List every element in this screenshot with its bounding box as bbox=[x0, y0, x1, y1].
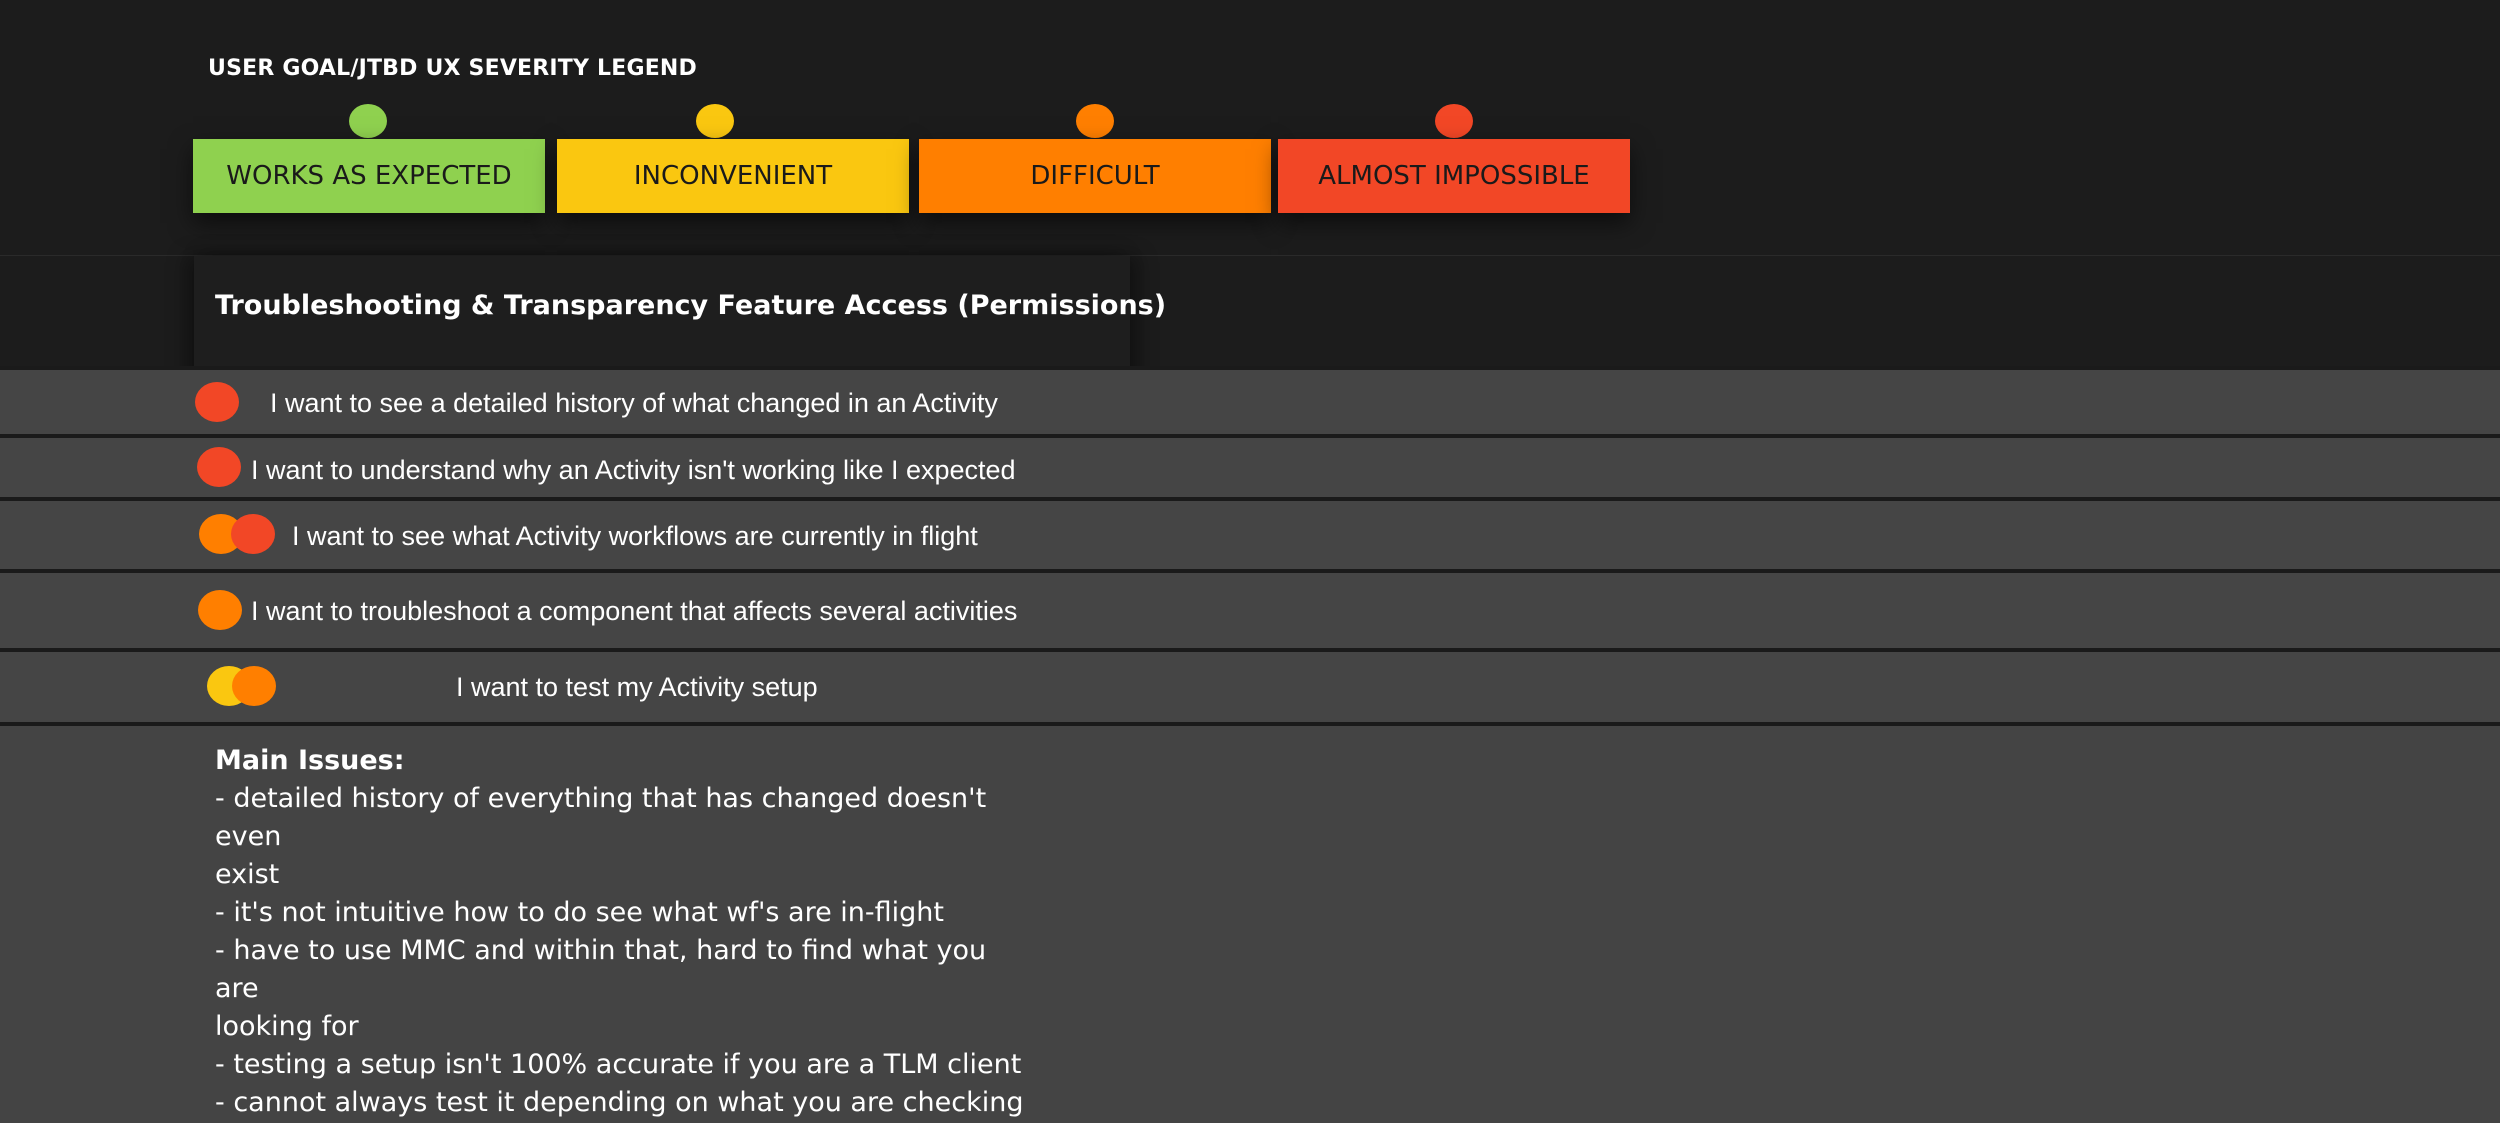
row-band bbox=[0, 648, 2500, 724]
canvas: USER GOAL/JTBD UX SEVERITY LEGEND WORKS … bbox=[0, 0, 2500, 1123]
goal-text: I want to see a detailed history of what… bbox=[270, 388, 998, 418]
severity-dot-almost-impossible bbox=[195, 382, 239, 422]
severity-dot-almost-impossible bbox=[197, 447, 241, 487]
issue-line: exist bbox=[215, 859, 280, 890]
issue-line: looking for bbox=[215, 1011, 359, 1042]
goal-text: I want to troubleshoot a component that … bbox=[251, 596, 1018, 626]
legend-item-inconvenient: INCONVENIENT bbox=[557, 139, 909, 213]
main-issues: Main Issues: - detailed history of every… bbox=[215, 742, 1035, 1122]
legend-item-difficult: DIFFICULT bbox=[919, 139, 1271, 213]
legend-item-label: INCONVENIENT bbox=[633, 161, 833, 191]
goal-text: I want to see what Activity workflows ar… bbox=[292, 521, 978, 551]
legend-item-works-as-expected: WORKS AS EXPECTED bbox=[193, 139, 545, 213]
issue-line: - testing a setup isn't 100% accurate if… bbox=[215, 1049, 1022, 1080]
legend-title: USER GOAL/JTBD UX SEVERITY LEGEND bbox=[208, 56, 698, 81]
legend-item-almost-impossible: ALMOST IMPOSSIBLE bbox=[1278, 139, 1630, 213]
issue-line: - detailed history of everything that ha… bbox=[215, 783, 987, 852]
goal-text: I want to test my Activity setup bbox=[456, 672, 818, 702]
legend-item-label: DIFFICULT bbox=[1030, 161, 1160, 191]
goal-text: I want to understand why an Activity isn… bbox=[251, 455, 1016, 485]
section-title: Troubleshooting & Transparency Feature A… bbox=[215, 290, 1167, 321]
issues-heading: Main Issues: bbox=[215, 745, 405, 776]
severity-dot-difficult bbox=[198, 590, 242, 630]
legend-dot-almost-impossible bbox=[1435, 104, 1473, 138]
legend-item-label: WORKS AS EXPECTED bbox=[226, 161, 512, 191]
legend-dot-inconvenient bbox=[696, 104, 734, 138]
legend-dot-works bbox=[349, 104, 387, 138]
issue-line: - it's not intuitive how to do see what … bbox=[215, 897, 944, 928]
issue-line: - cannot always test it depending on wha… bbox=[215, 1087, 1024, 1118]
issue-line: - have to use MMC and within that, hard … bbox=[215, 935, 987, 1004]
severity-dot-difficult bbox=[232, 666, 276, 706]
severity-dot-almost-impossible bbox=[231, 514, 275, 554]
legend-dot-difficult bbox=[1076, 104, 1114, 138]
legend-item-label: ALMOST IMPOSSIBLE bbox=[1318, 161, 1590, 191]
